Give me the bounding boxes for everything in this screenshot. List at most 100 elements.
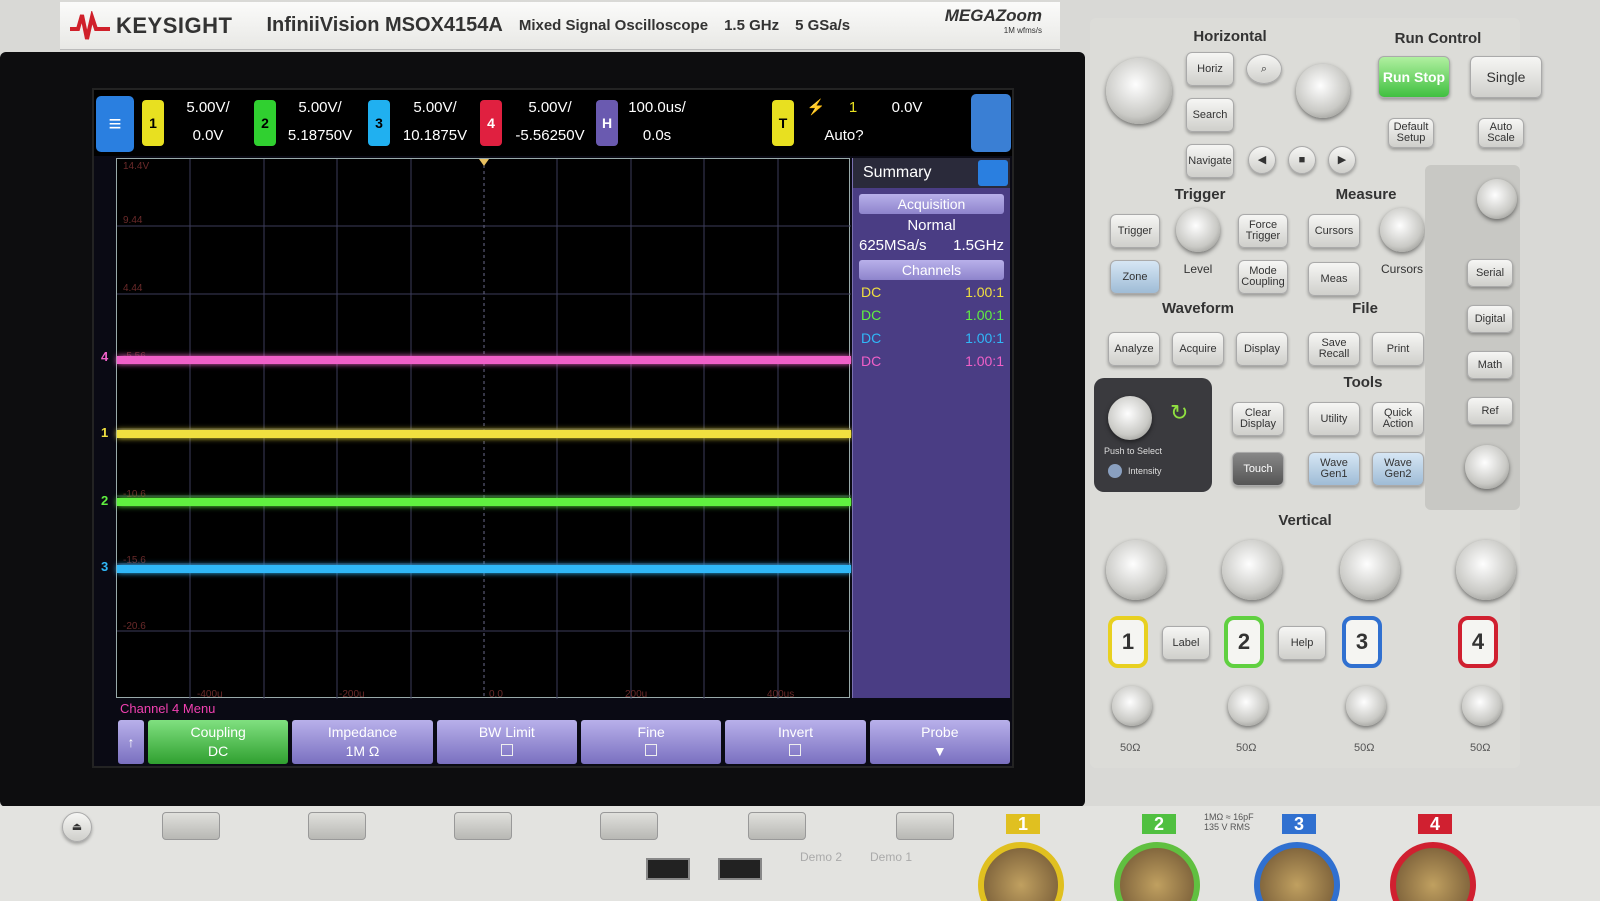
summary-menu-icon[interactable] — [978, 160, 1008, 186]
probe-softkey[interactable]: Probe ▼ — [869, 720, 1010, 764]
horizontal-position-knob[interactable] — [1296, 64, 1350, 118]
ch2-scale[interactable]: 5.00V/ — [280, 94, 360, 122]
ch2-button[interactable]: 2 — [1224, 616, 1264, 668]
ch2-position-knob[interactable] — [1228, 686, 1268, 726]
navigate-button[interactable]: Navigate — [1186, 144, 1234, 178]
softkey-3-hardware[interactable] — [454, 812, 512, 840]
ch1-scale[interactable]: 5.00V/ — [172, 94, 244, 122]
ch3-badge[interactable]: 3 — [368, 100, 390, 146]
softkey-5-hardware[interactable] — [748, 812, 806, 840]
ch2-scale-knob[interactable] — [1222, 540, 1282, 600]
utility-button[interactable]: Utility — [1308, 402, 1360, 436]
meas-button[interactable]: Meas — [1308, 262, 1360, 296]
serial-button[interactable]: Serial — [1467, 259, 1513, 287]
back-button[interactable]: ⏏ — [62, 812, 92, 842]
bw-limit-checkbox[interactable] — [500, 744, 513, 756]
softkey-2-hardware[interactable] — [308, 812, 366, 840]
impedance-softkey[interactable]: Impedance 1M Ω — [292, 720, 433, 764]
cursors-knob[interactable] — [1380, 208, 1424, 252]
math-ref-knob[interactable] — [1465, 445, 1509, 489]
single-button[interactable]: Single — [1470, 56, 1542, 98]
math-button[interactable]: Math — [1467, 351, 1513, 379]
auto-scale-button[interactable]: Auto Scale — [1478, 118, 1524, 148]
quick-action-button[interactable]: Quick Action — [1372, 402, 1424, 436]
ch3-button[interactable]: 3 — [1342, 616, 1382, 668]
invert-softkey[interactable]: Invert — [725, 720, 866, 764]
touch-button[interactable]: Touch — [1232, 452, 1284, 486]
multipurpose-knob[interactable] — [1477, 179, 1517, 219]
touch-zone-icon[interactable] — [971, 94, 1011, 152]
trigger-badge[interactable]: T — [772, 100, 794, 146]
trigger-source[interactable]: 1 — [838, 94, 868, 122]
softkey-4-hardware[interactable] — [600, 812, 658, 840]
run-stop-button[interactable]: Run Stop — [1378, 56, 1450, 98]
trigger-mode[interactable]: Auto? — [816, 122, 872, 150]
help-button[interactable]: Help — [1278, 626, 1326, 660]
cursors-button[interactable]: Cursors — [1308, 214, 1360, 248]
navigate-forward-icon[interactable]: ▶ — [1328, 146, 1356, 174]
ch1-ground-marker[interactable]: 1 — [101, 425, 108, 440]
softkey-1-hardware[interactable] — [162, 812, 220, 840]
usb-port[interactable] — [718, 858, 762, 880]
menu-up-button[interactable]: ↑ — [118, 720, 144, 764]
ch4-scale[interactable]: 5.00V/ — [506, 94, 594, 122]
ch1-offset[interactable]: 0.0V — [172, 122, 244, 150]
zone-button[interactable]: Zone — [1110, 260, 1160, 294]
mode-coupling-button[interactable]: Mode Coupling — [1238, 260, 1288, 294]
ch1-scale-knob[interactable] — [1106, 540, 1166, 600]
digital-button[interactable]: Digital — [1467, 305, 1513, 333]
ch4-scale-knob[interactable] — [1456, 540, 1516, 600]
ch4-button[interactable]: 4 — [1458, 616, 1498, 668]
ch4-ground-marker[interactable]: 4 — [101, 349, 108, 364]
trigger-button[interactable]: Trigger — [1110, 214, 1160, 248]
ch3-ground-marker[interactable]: 3 — [101, 559, 108, 574]
clear-display-button[interactable]: Clear Display — [1232, 402, 1284, 436]
navigate-back-icon[interactable]: ◀ — [1248, 146, 1276, 174]
default-setup-button[interactable]: Default Setup — [1388, 118, 1434, 148]
horizontal-badge[interactable]: H — [596, 100, 618, 146]
softkey-6-hardware[interactable] — [896, 812, 954, 840]
wave-gen2-button[interactable]: Wave Gen2 — [1372, 452, 1424, 486]
ch3-scale[interactable]: 5.00V/ — [394, 94, 476, 122]
ch1-badge[interactable]: 1 — [142, 100, 164, 146]
analyze-button[interactable]: Analyze — [1108, 332, 1160, 366]
search-button[interactable]: Search — [1186, 98, 1234, 132]
label-button[interactable]: Label — [1162, 626, 1210, 660]
bw-limit-softkey[interactable]: BW Limit — [436, 720, 577, 764]
horizontal-scale-knob[interactable] — [1106, 58, 1172, 124]
entry-knob[interactable] — [1108, 396, 1152, 440]
save-recall-button[interactable]: Save Recall — [1308, 332, 1360, 366]
ch4-offset[interactable]: -5.56250V — [506, 122, 594, 150]
horiz-button[interactable]: Horiz — [1186, 52, 1234, 86]
ch3-scale-knob[interactable] — [1340, 540, 1400, 600]
ch2-ground-marker[interactable]: 2 — [101, 493, 108, 508]
ch1-position-knob[interactable] — [1112, 686, 1152, 726]
intensity-button[interactable] — [1108, 464, 1122, 478]
fine-softkey[interactable]: Fine — [580, 720, 722, 764]
display-button[interactable]: Display — [1236, 332, 1288, 366]
ch4-badge[interactable]: 4 — [480, 100, 502, 146]
ch3-offset[interactable]: 10.1875V — [394, 122, 476, 150]
summary-header[interactable]: Summary — [853, 158, 1010, 188]
force-trigger-button[interactable]: Force Trigger — [1238, 214, 1288, 248]
ch2-offset[interactable]: 5.18750V — [280, 122, 360, 150]
horizontal-scale[interactable]: 100.0us/ — [620, 94, 694, 122]
ch3-position-knob[interactable] — [1346, 686, 1386, 726]
display-screen[interactable]: ≡ 1 5.00V/ 0.0V 2 5.00V/ 5.18750V 3 5.00… — [92, 88, 1014, 768]
coupling-softkey[interactable]: Coupling DC — [148, 720, 289, 764]
usb-port[interactable] — [646, 858, 690, 880]
navigate-stop-icon[interactable]: ■ — [1288, 146, 1316, 174]
wave-gen1-button[interactable]: Wave Gen1 — [1308, 452, 1360, 486]
trigger-level[interactable]: 0.0V — [882, 94, 932, 122]
print-button[interactable]: Print — [1372, 332, 1424, 366]
waveform-graticule[interactable]: 14.4V 9.44 4.44 -5.56 -10.6 -15.6 -20.6 … — [101, 158, 851, 700]
trigger-level-knob[interactable] — [1176, 208, 1220, 252]
main-menu-icon[interactable]: ≡ — [96, 96, 134, 152]
ch2-badge[interactable]: 2 — [254, 100, 276, 146]
zoom-icon[interactable]: ⌕ — [1246, 54, 1282, 84]
horizontal-delay[interactable]: 0.0s — [620, 122, 694, 150]
ch1-button[interactable]: 1 — [1108, 616, 1148, 668]
ch4-position-knob[interactable] — [1462, 686, 1502, 726]
ref-button[interactable]: Ref — [1467, 397, 1513, 425]
fine-checkbox[interactable] — [645, 744, 658, 756]
